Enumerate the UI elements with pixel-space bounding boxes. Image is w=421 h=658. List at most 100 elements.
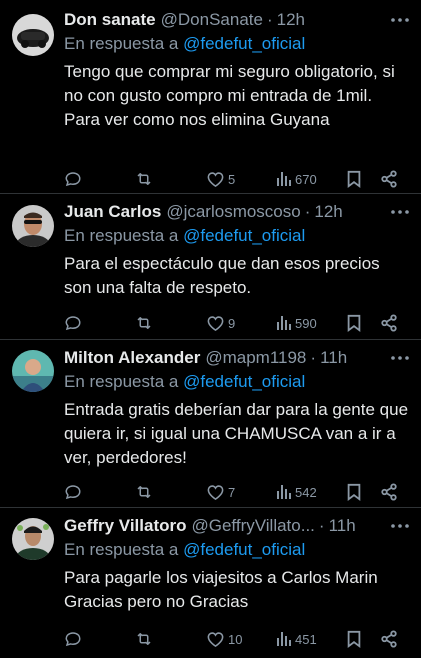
avatar[interactable] xyxy=(12,14,54,56)
reply-mention-link[interactable]: @fedefut_oficial xyxy=(183,540,305,559)
more-options-icon[interactable] xyxy=(389,516,411,536)
reply-context: En respuesta a @fedefut_oficial xyxy=(64,538,411,562)
heart-icon xyxy=(206,483,225,501)
reply-button[interactable] xyxy=(64,168,82,190)
reply-feed: Don sanate @DonSanate · 12h En respuesta… xyxy=(0,0,421,658)
separator-dot: · xyxy=(310,348,317,367)
heart-icon xyxy=(206,170,225,188)
views-icon xyxy=(276,631,292,647)
tweet[interactable]: Geffry Villatoro @GeffryVillato... · 11h… xyxy=(0,508,421,658)
share-icon xyxy=(380,314,398,332)
author-handle[interactable]: @GeffryVillato... xyxy=(192,514,315,538)
views-count: 451 xyxy=(295,631,317,647)
timestamp[interactable]: 11h xyxy=(329,514,356,538)
tweet-text: Para pagarle los viajesitos a Carlos Mar… xyxy=(64,568,378,611)
share-icon xyxy=(380,170,398,188)
tweet-text: Para el espectáculo que dan esos precios… xyxy=(64,254,380,297)
reply-icon xyxy=(64,483,82,501)
bookmark-button[interactable] xyxy=(346,481,362,503)
tweet-text: Entrada gratis deberían dar para la gent… xyxy=(64,400,409,467)
views-count: 590 xyxy=(295,315,317,331)
views-icon xyxy=(276,484,292,500)
author-handle[interactable]: @mapm1198 xyxy=(205,346,306,370)
share-button[interactable] xyxy=(380,168,398,190)
heart-icon xyxy=(206,314,225,332)
views-button[interactable]: 451 xyxy=(276,628,317,650)
retweet-button[interactable] xyxy=(134,628,154,650)
timestamp[interactable]: 12h xyxy=(277,8,305,32)
bookmark-button[interactable] xyxy=(346,312,362,334)
bookmark-icon xyxy=(346,630,362,648)
avatar[interactable] xyxy=(12,205,54,247)
like-count: 7 xyxy=(228,484,236,500)
bookmark-icon xyxy=(346,483,362,501)
author-handle[interactable]: @DonSanate xyxy=(161,8,263,32)
reply-prefix: En respuesta a xyxy=(64,372,179,391)
bookmark-button[interactable] xyxy=(346,168,362,190)
tweet-actions: 10 451 xyxy=(64,628,404,650)
more-options-icon[interactable] xyxy=(389,10,411,30)
reply-mention-link[interactable]: @fedefut_oficial xyxy=(183,226,305,245)
tweet[interactable]: Milton Alexander @mapm1198 · 11h En resp… xyxy=(0,340,421,508)
like-count: 5 xyxy=(228,171,236,187)
heart-icon xyxy=(206,630,225,648)
like-button[interactable]: 5 xyxy=(206,168,235,190)
bookmark-button[interactable] xyxy=(346,628,362,650)
avatar[interactable] xyxy=(12,350,54,392)
timestamp[interactable]: 12h xyxy=(314,200,342,224)
tweet-actions: 7 542 xyxy=(64,481,404,503)
separator-dot: · xyxy=(304,202,311,221)
author-name[interactable]: Geffry Villatoro xyxy=(64,514,187,538)
reply-icon xyxy=(64,170,82,188)
views-button[interactable]: 670 xyxy=(276,168,317,190)
bookmark-icon xyxy=(346,170,362,188)
retweet-icon xyxy=(134,314,154,332)
views-button[interactable]: 542 xyxy=(276,481,317,503)
tweet-header: Don sanate @DonSanate · 12h xyxy=(64,8,411,32)
like-button[interactable]: 9 xyxy=(206,312,235,334)
reply-button[interactable] xyxy=(64,312,82,334)
more-options-icon[interactable] xyxy=(389,202,411,222)
avatar[interactable] xyxy=(12,518,54,560)
author-name[interactable]: Don sanate xyxy=(64,8,156,32)
like-button[interactable]: 10 xyxy=(206,628,242,650)
tweet-text: Tengo que comprar mi seguro obligatorio,… xyxy=(64,62,395,129)
reply-button[interactable] xyxy=(64,628,82,650)
author-name[interactable]: Juan Carlos xyxy=(64,200,161,224)
reply-prefix: En respuesta a xyxy=(64,34,179,53)
views-icon xyxy=(276,315,292,331)
tweet[interactable]: Don sanate @DonSanate · 12h En respuesta… xyxy=(0,0,421,194)
views-icon xyxy=(276,171,292,187)
reply-prefix: En respuesta a xyxy=(64,226,179,245)
views-count: 542 xyxy=(295,484,317,500)
retweet-icon xyxy=(134,483,154,501)
author-name[interactable]: Milton Alexander xyxy=(64,346,200,370)
share-button[interactable] xyxy=(380,628,398,650)
timestamp[interactable]: 11h xyxy=(320,346,347,370)
reply-mention-link[interactable]: @fedefut_oficial xyxy=(183,372,305,391)
share-button[interactable] xyxy=(380,481,398,503)
share-button[interactable] xyxy=(380,312,398,334)
tweet-header: Milton Alexander @mapm1198 · 11h xyxy=(64,346,411,370)
tweet-actions: 5 670 xyxy=(64,168,404,190)
tweet-actions: 9 590 xyxy=(64,312,404,334)
reply-mention-link[interactable]: @fedefut_oficial xyxy=(183,34,305,53)
retweet-button[interactable] xyxy=(134,168,154,190)
reply-button[interactable] xyxy=(64,481,82,503)
views-button[interactable]: 590 xyxy=(276,312,317,334)
separator-dot: · xyxy=(266,10,273,29)
views-count: 670 xyxy=(295,171,317,187)
retweet-button[interactable] xyxy=(134,481,154,503)
bookmark-icon xyxy=(346,314,362,332)
more-options-icon[interactable] xyxy=(389,348,411,368)
tweet[interactable]: Juan Carlos @jcarlosmoscoso · 12h En res… xyxy=(0,194,421,340)
like-button[interactable]: 7 xyxy=(206,481,235,503)
reply-prefix: En respuesta a xyxy=(64,540,179,559)
tweet-header: Juan Carlos @jcarlosmoscoso · 12h xyxy=(64,200,411,224)
author-handle[interactable]: @jcarlosmoscoso xyxy=(166,200,300,224)
reply-context: En respuesta a @fedefut_oficial xyxy=(64,370,411,394)
retweet-button[interactable] xyxy=(134,312,154,334)
reply-context: En respuesta a @fedefut_oficial xyxy=(64,224,411,248)
separator-dot: · xyxy=(318,516,325,535)
retweet-icon xyxy=(134,170,154,188)
